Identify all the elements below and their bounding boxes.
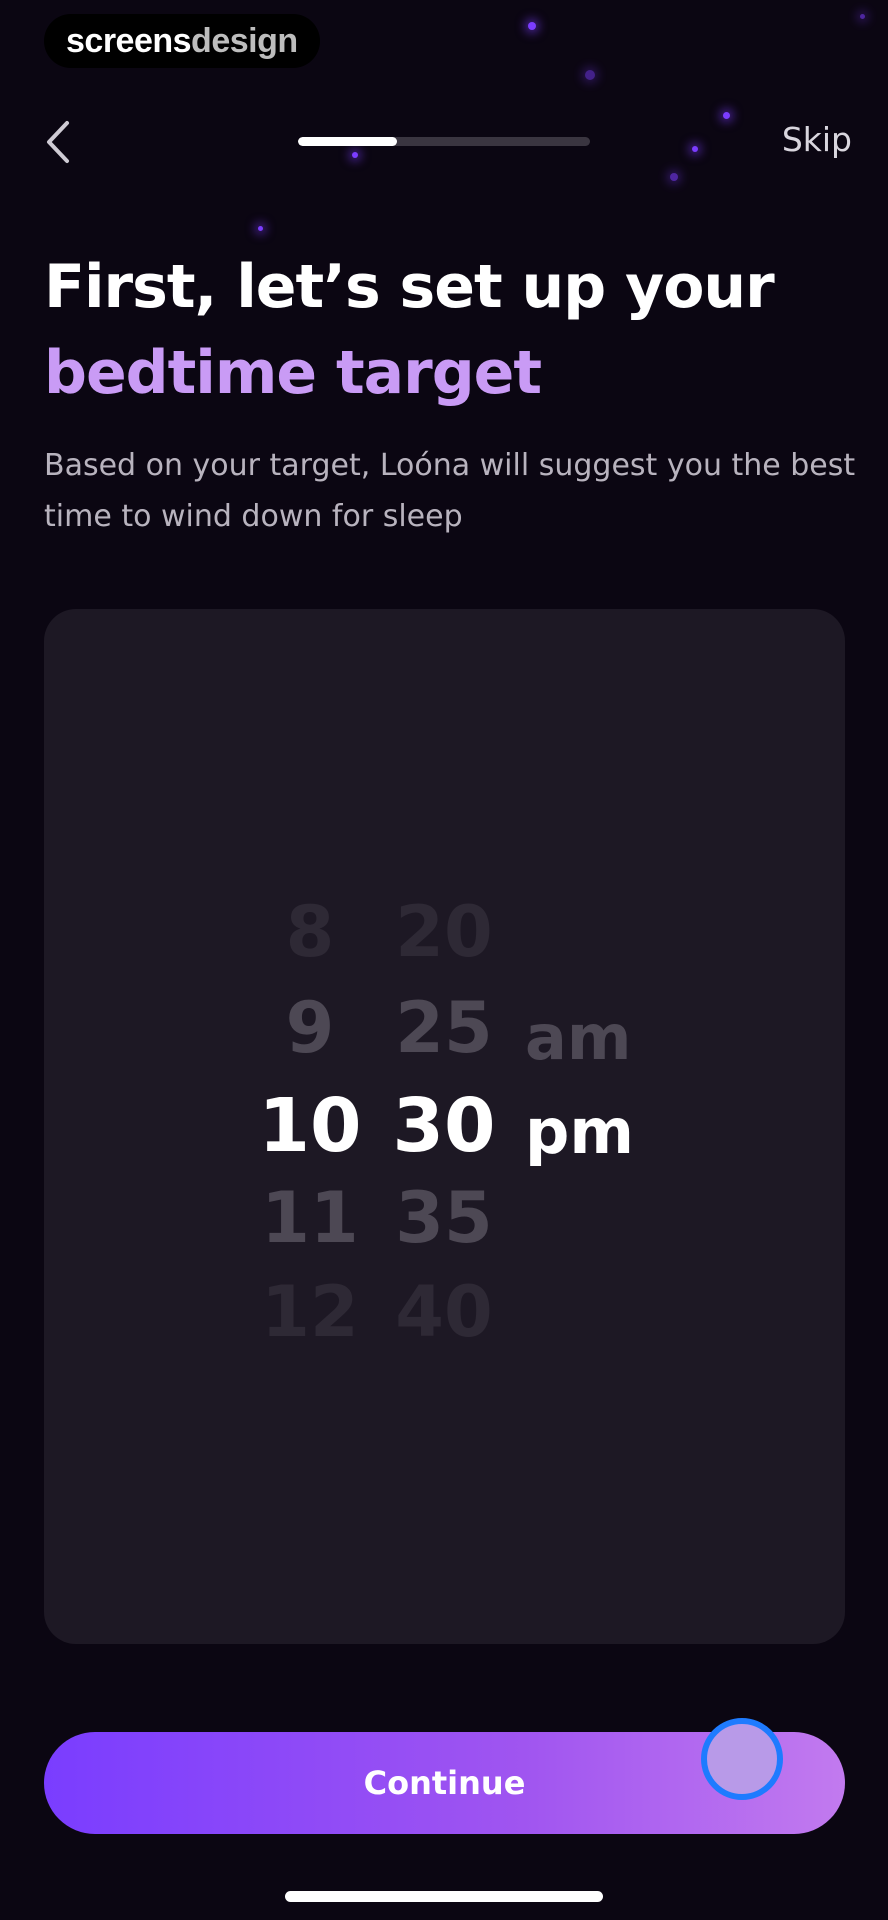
minute-option[interactable]: 25 [374, 988, 514, 1068]
period-selected-pm[interactable]: pm [525, 1092, 634, 1172]
hour-option[interactable]: 9 [240, 988, 380, 1068]
brand-watermark: screens design [44, 14, 320, 68]
time-picker-card: 8 9 10 11 12 20 25 30 35 40 am pm [44, 609, 845, 1644]
time-picker[interactable]: 8 9 10 11 12 20 25 30 35 40 am pm [44, 609, 845, 1644]
page-subtitle: Based on your target, Loóna will suggest… [44, 448, 856, 534]
touch-indicator [701, 1718, 783, 1800]
hour-option[interactable]: 8 [240, 892, 380, 972]
hour-selected[interactable]: 10 [240, 1086, 380, 1166]
minute-option[interactable]: 35 [374, 1178, 514, 1258]
brand-part-1: screens [66, 21, 192, 60]
chevron-left-icon [47, 121, 69, 163]
minute-selected[interactable]: 30 [374, 1086, 514, 1166]
page-title: First, let’s set up your bedtime target [44, 244, 864, 416]
skip-button[interactable]: Skip [782, 120, 852, 159]
period-option-am[interactable]: am [525, 998, 631, 1078]
hour-option[interactable]: 11 [240, 1178, 380, 1258]
back-button[interactable] [38, 114, 78, 170]
title-line-2-accent: bedtime target [44, 338, 542, 408]
title-line-1: First, let’s set up your [44, 252, 775, 322]
home-indicator [285, 1891, 603, 1902]
minute-option[interactable]: 40 [374, 1272, 514, 1352]
progress-fill [298, 137, 398, 146]
minute-option[interactable]: 20 [374, 892, 514, 972]
hour-option[interactable]: 12 [240, 1272, 380, 1352]
brand-part-2: design [191, 21, 298, 60]
onboarding-progress-bar [298, 137, 590, 146]
